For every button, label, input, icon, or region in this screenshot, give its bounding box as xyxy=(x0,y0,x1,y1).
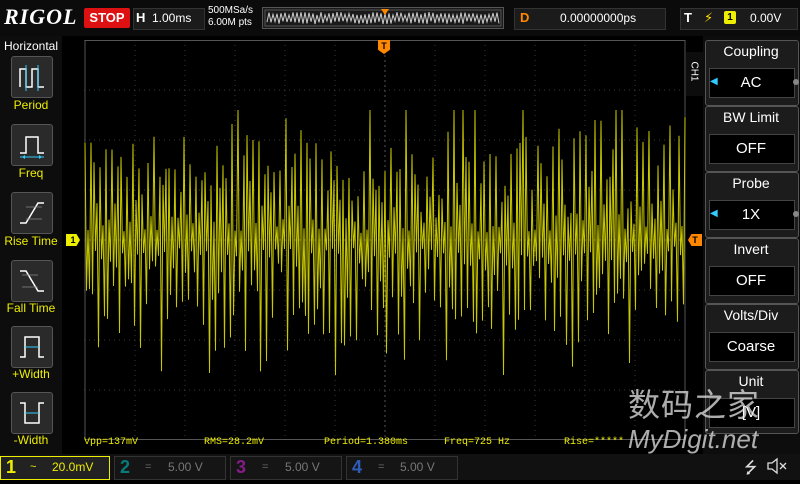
speaker-muted-icon[interactable] xyxy=(766,456,788,481)
invert-value: OFF xyxy=(736,272,766,289)
memory-depth: 6.00M pts xyxy=(208,17,252,28)
measure-period: Period=1.380ms xyxy=(324,437,409,448)
delay-label: D xyxy=(520,10,530,25)
rise-time-icon xyxy=(20,202,44,224)
trigger-level: 0.00V xyxy=(750,11,782,25)
memory-overview-strip[interactable] xyxy=(262,7,504,29)
delay-value: 0.00000000ps xyxy=(560,11,637,25)
ch2-coupling: = xyxy=(145,461,152,473)
ch4-number: 4 xyxy=(352,457,363,477)
fall-time-label: Fall Time xyxy=(6,301,56,315)
brand-logo: RIGOL xyxy=(4,4,78,29)
volts-div-value: Coarse xyxy=(726,338,776,355)
run-stop-indicator[interactable]: STOP xyxy=(84,8,130,28)
freq-label: Freq xyxy=(18,166,44,180)
ch1-coupling: ~ xyxy=(30,461,37,473)
fall-time-icon xyxy=(20,270,44,292)
fall-time-button[interactable] xyxy=(11,260,53,302)
measure-freq: Freq=725 Hz xyxy=(444,437,511,448)
positive-width-label: +Width xyxy=(12,367,50,381)
invert-title: Invert xyxy=(733,241,769,257)
measure-rms: RMS=28.2mV xyxy=(204,437,265,448)
period-icon xyxy=(19,65,44,91)
period-button[interactable] xyxy=(11,56,53,98)
freq-button[interactable] xyxy=(11,124,53,166)
rise-time-label: Rise Time xyxy=(4,234,58,248)
watermark-url: MyDigit.net xyxy=(628,424,759,454)
ch4-coupling: = xyxy=(378,461,385,473)
ch1-number: 1 xyxy=(6,457,17,477)
waveform-grid-and-trace xyxy=(84,39,686,441)
volts-div-title: Volts/Div xyxy=(723,307,779,323)
period-label: Period xyxy=(13,98,49,112)
sample-rate: 500MSa/s xyxy=(208,5,254,16)
ch2-number: 2 xyxy=(120,457,131,477)
coupling-title: Coupling xyxy=(723,43,779,59)
left-menu-title: Horizontal xyxy=(3,39,59,53)
rising-edge-icon: ⚡ xyxy=(704,10,714,25)
menu-dot-icon xyxy=(793,211,799,217)
ch2-scale: 5.00 V xyxy=(168,460,203,474)
ch1-offset-marker[interactable]: 1 xyxy=(66,234,80,246)
trigger-level-marker[interactable]: T xyxy=(688,234,702,246)
ch1-scale: 20.0mV xyxy=(52,460,94,474)
ch3-coupling: = xyxy=(262,461,269,473)
coupling-value: AC xyxy=(740,74,762,91)
bw-limit-value: OFF xyxy=(736,140,766,157)
rise-time-button[interactable] xyxy=(11,192,53,234)
memory-overview-waveform xyxy=(264,9,502,27)
waveform-display[interactable] xyxy=(84,39,686,441)
ch3-scale: 5.00 V xyxy=(285,460,320,474)
horizontal-label: H xyxy=(136,10,146,25)
bw-limit-title: BW Limit xyxy=(723,109,779,125)
probe-title: Probe xyxy=(732,175,770,191)
ch4-scale: 5.00 V xyxy=(400,460,435,474)
positive-width-icon xyxy=(20,336,44,358)
watermark-cn: 数码之家 xyxy=(628,387,761,423)
positive-width-button[interactable] xyxy=(11,326,53,368)
menu-dot-icon xyxy=(793,79,799,85)
ch3-number: 3 xyxy=(236,457,247,477)
negative-width-label: -Width xyxy=(13,433,49,447)
measure-rise: Rise=***** xyxy=(564,437,625,448)
channel-tab-label: CH1 xyxy=(688,61,700,82)
frequency-icon xyxy=(20,136,44,159)
negative-width-button[interactable] xyxy=(11,392,53,434)
measure-vpp: Vpp=137mV xyxy=(84,437,139,448)
probe-value: 1X xyxy=(741,206,761,223)
negative-width-icon xyxy=(20,402,44,424)
trigger-source-badge: 1 xyxy=(724,11,736,24)
timebase-value: 1.00ms xyxy=(152,11,192,25)
trigger-label: T xyxy=(684,10,692,25)
